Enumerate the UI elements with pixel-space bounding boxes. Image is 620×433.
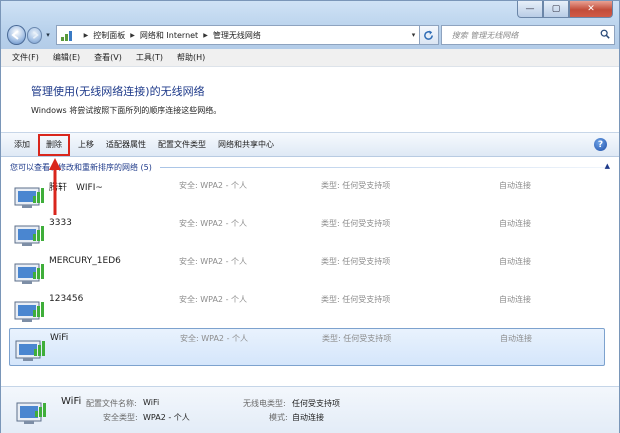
mode-value: 自动连接	[292, 413, 324, 422]
menu-file[interactable]: 文件(F)	[5, 52, 46, 63]
recent-pages-dropdown[interactable]: ▾	[43, 31, 52, 39]
network-type: 类型: 任何受支持项	[321, 257, 391, 266]
breadcrumb-separator-icon: ▶	[203, 31, 208, 39]
refresh-icon	[424, 29, 434, 40]
menu-bar: 文件(F) 编辑(E) 查看(V) 工具(T) 帮助(H)	[1, 49, 619, 67]
minimize-button[interactable]: —	[517, 1, 543, 18]
network-list: 腾轩 WIFI~ 安全: WPA2 - 个人 类型: 任何受支持项 自动连接 3333 安…	[9, 176, 605, 366]
explorer-window: — ▢ ✕ ▾ ▶ 控制面板 ▶ 网络和 Internet ▶ 管理无线网络 ▾…	[0, 0, 620, 433]
network-name: 3333	[49, 218, 72, 228]
network-type: 类型: 任何受支持项	[321, 219, 391, 228]
address-dropdown-icon[interactable]: ▾	[412, 31, 416, 39]
network-row[interactable]: MERCURY_1ED6 安全: WPA2 - 个人 类型: 任何受支持项 自动连接	[9, 252, 605, 290]
back-button[interactable]	[7, 25, 26, 45]
network-name: WiFi	[50, 333, 69, 343]
breadcrumb: ▶ 控制面板 ▶ 网络和 Internet ▶ 管理无线网络	[79, 30, 261, 41]
network-mode: 自动连接	[499, 295, 531, 304]
wireless-network-icon	[14, 187, 44, 208]
breadcrumb-control-panel[interactable]: 控制面板	[93, 30, 125, 41]
menu-tools[interactable]: 工具(T)	[129, 52, 170, 63]
forward-arrow-icon	[32, 31, 39, 39]
network-name: MERCURY_1ED6	[49, 256, 121, 266]
breadcrumb-separator-icon: ▶	[130, 31, 135, 39]
search-input[interactable]: 搜索 管理无线网络	[440, 25, 615, 45]
wireless-network-icon	[15, 340, 45, 361]
collapse-group-icon[interactable]: ▲	[605, 162, 610, 170]
search-placeholder: 搜索 管理无线网络	[451, 30, 519, 40]
network-type: 类型: 任何受支持项	[321, 181, 391, 190]
network-security: 安全: WPA2 - 个人	[179, 257, 247, 266]
back-arrow-icon	[11, 30, 19, 40]
wireless-network-icon	[14, 301, 44, 322]
network-security: 安全: WPA2 - 个人	[180, 334, 248, 343]
forward-button[interactable]	[26, 26, 43, 44]
page-title: 管理使用(无线网络连接)的无线网络	[31, 85, 205, 98]
adapter-properties-button[interactable]: 适配器属性	[100, 135, 152, 154]
control-panel-icon	[60, 30, 75, 41]
network-mode: 自动连接	[499, 257, 531, 266]
network-security: 安全: WPA2 - 个人	[179, 295, 247, 304]
menu-edit[interactable]: 编辑(E)	[46, 52, 87, 63]
add-network-button[interactable]: 添加	[8, 135, 36, 154]
wireless-network-icon	[14, 263, 44, 284]
network-group-header[interactable]: 您可以查看、修改和重新排序的网络 (5) ▲	[10, 161, 610, 174]
network-mode: 自动连接	[500, 334, 532, 343]
network-row[interactable]: WiFi 安全: WPA2 - 个人 类型: 任何受支持项 自动连接	[9, 328, 605, 366]
close-button[interactable]: ✕	[569, 1, 613, 18]
network-mode: 自动连接	[499, 181, 531, 190]
menu-view[interactable]: 查看(V)	[87, 52, 129, 63]
remove-network-button[interactable]: 删除	[38, 133, 70, 156]
title-bar: — ▢ ✕ ▾ ▶ 控制面板 ▶ 网络和 Internet ▶ 管理无线网络 ▾…	[1, 1, 619, 49]
annotation-arrow-icon	[49, 158, 61, 215]
network-row[interactable]: 123456 安全: WPA2 - 个人 类型: 任何受支持项 自动连接	[9, 290, 605, 328]
network-type: 类型: 任何受支持项	[321, 295, 391, 304]
security-type-value: WPA2 - 个人	[143, 413, 190, 422]
network-row[interactable]: 3333 安全: WPA2 - 个人 类型: 任何受支持项 自动连接	[9, 214, 605, 252]
group-divider	[159, 167, 610, 168]
network-security: 安全: WPA2 - 个人	[179, 181, 247, 190]
command-bar: 添加 删除 上移 适配器属性 配置文件类型 网络和共享中心 ?	[1, 132, 619, 157]
breadcrumb-network-internet[interactable]: 网络和 Internet	[140, 30, 198, 41]
group-label: 您可以查看、修改和重新排序的网络 (5)	[10, 163, 152, 172]
details-network-name: WiFi	[61, 396, 82, 407]
network-type: 类型: 任何受支持项	[322, 334, 392, 343]
breadcrumb-separator-icon: ▶	[83, 31, 89, 39]
radio-type-value: 任何受支持项	[292, 399, 340, 408]
address-bar[interactable]: ▶ 控制面板 ▶ 网络和 Internet ▶ 管理无线网络 ▾	[55, 25, 421, 45]
refresh-button[interactable]	[420, 25, 439, 45]
profile-types-button[interactable]: 配置文件类型	[152, 135, 212, 154]
window-controls: — ▢ ✕	[517, 1, 613, 18]
network-mode: 自动连接	[499, 219, 531, 228]
network-name: 123456	[49, 294, 84, 304]
menu-help[interactable]: 帮助(H)	[170, 52, 212, 63]
move-up-button[interactable]: 上移	[72, 135, 100, 154]
maximize-button[interactable]: ▢	[543, 1, 569, 18]
profile-name-label: 配置文件名称:	[86, 399, 137, 408]
network-security: 安全: WPA2 - 个人	[179, 219, 247, 228]
network-sharing-center-button[interactable]: 网络和共享中心	[212, 135, 280, 154]
search-icon[interactable]	[600, 29, 610, 39]
wireless-network-icon	[16, 402, 46, 424]
radio-type-label: 无线电类型:	[243, 399, 286, 408]
mode-label: 模式:	[269, 413, 288, 422]
breadcrumb-manage-wireless[interactable]: 管理无线网络	[213, 30, 261, 41]
network-row[interactable]: 腾轩 WIFI~ 安全: WPA2 - 个人 类型: 任何受支持项 自动连接	[9, 176, 605, 214]
help-icon[interactable]: ?	[594, 138, 607, 151]
security-type-label: 安全类型:	[103, 413, 138, 422]
navigation-bar: ▾ ▶ 控制面板 ▶ 网络和 Internet ▶ 管理无线网络 ▾ 搜索 管理…	[7, 24, 615, 46]
profile-name-value: WiFi	[143, 398, 160, 407]
wireless-network-icon	[14, 225, 44, 246]
page-description: Windows 将尝试按照下面所列的顺序连接这些网络。	[31, 106, 222, 115]
details-pane: WiFi 配置文件名称: WiFi 安全类型: WPA2 - 个人 无线电类型:…	[1, 386, 619, 433]
